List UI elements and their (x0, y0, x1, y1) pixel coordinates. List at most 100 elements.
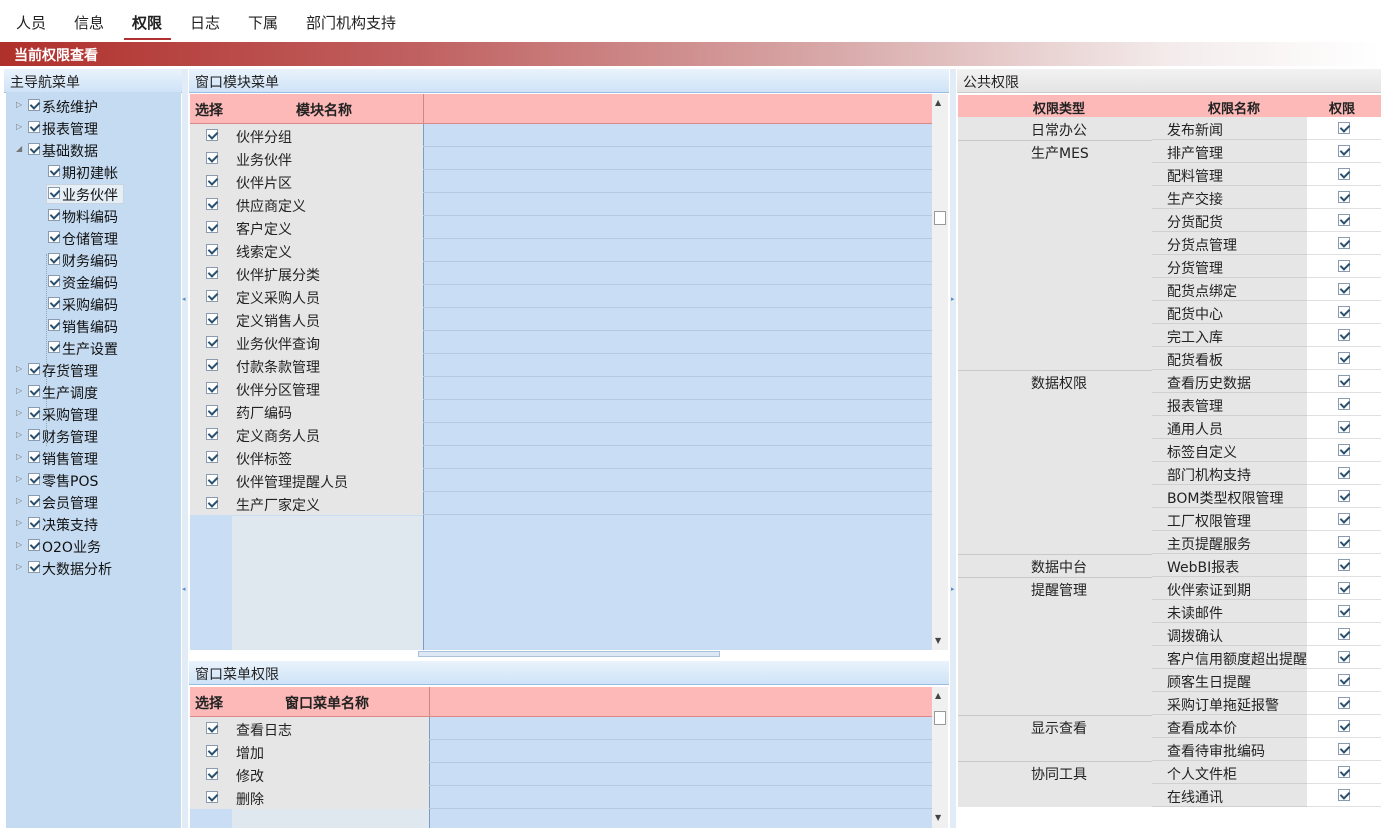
permission-checkbox[interactable] (1338, 237, 1350, 249)
row-select-checkbox[interactable] (206, 313, 218, 325)
table-row[interactable]: 查看待审批编码 (958, 738, 1381, 761)
table-row[interactable]: 定义商务人员 (190, 423, 932, 446)
tab-department-support[interactable]: 部门机构支持 (306, 12, 396, 33)
tree-checkbox[interactable] (48, 253, 60, 265)
row-select-checkbox[interactable] (206, 336, 218, 348)
tree-checkbox[interactable] (48, 231, 60, 243)
permission-checkbox[interactable] (1338, 743, 1350, 755)
permission-checkbox[interactable] (1338, 444, 1350, 456)
collapse-left-icon[interactable]: ◂ (182, 585, 186, 593)
row-select-checkbox[interactable] (206, 745, 218, 757)
tree-item[interactable]: ▷ 零售POS (6, 470, 176, 490)
tree-checkbox[interactable] (28, 407, 40, 419)
row-select-checkbox[interactable] (206, 722, 218, 734)
tab-log[interactable]: 日志 (190, 12, 220, 33)
table-row[interactable]: 定义采购人员 (190, 285, 932, 308)
table-row[interactable]: 工厂权限管理 (958, 508, 1381, 531)
table-row[interactable]: 增加 (190, 740, 932, 763)
permission-checkbox[interactable] (1338, 375, 1350, 387)
tree-checkbox[interactable] (28, 99, 40, 111)
expand-arrow-icon[interactable]: ▷ (16, 562, 24, 572)
permission-checkbox[interactable] (1338, 697, 1350, 709)
collapse-arrow-icon[interactable]: ◢ (16, 144, 24, 154)
table-row[interactable]: 数据权限 查看历史数据 (958, 370, 1381, 393)
collapse-right-icon[interactable]: ▸ (951, 585, 955, 593)
grid-resize-handle[interactable] (418, 651, 720, 657)
tree-item[interactable]: ▷ 会员管理 (6, 492, 176, 512)
permission-checkbox[interactable] (1338, 513, 1350, 525)
table-row[interactable]: 配货中心 (958, 301, 1381, 324)
table-row[interactable]: 药厂编码 (190, 400, 932, 423)
permission-checkbox[interactable] (1338, 214, 1350, 226)
permission-checkbox[interactable] (1338, 789, 1350, 801)
expand-arrow-icon[interactable]: ▷ (16, 100, 24, 110)
left-splitter[interactable]: ◂ ◂ (182, 69, 188, 828)
table-row[interactable]: 客户信用额度超出提醒 (958, 646, 1381, 669)
table-row[interactable]: BOM类型权限管理 (958, 485, 1381, 508)
tree-checkbox[interactable] (28, 429, 40, 441)
table-row[interactable]: 顾客生日提醒 (958, 669, 1381, 692)
tree-item[interactable]: ▷ 大数据分析 (6, 558, 176, 578)
row-select-checkbox[interactable] (206, 359, 218, 371)
table-row[interactable]: 完工入库 (958, 324, 1381, 347)
table-row[interactable]: 协同工具 个人文件柜 (958, 761, 1381, 784)
row-select-checkbox[interactable] (206, 497, 218, 509)
table-row[interactable]: 提醒管理 伙伴索证到期 (958, 577, 1381, 600)
tree-checkbox[interactable] (28, 495, 40, 507)
collapse-left-icon[interactable]: ◂ (182, 295, 186, 303)
table-row[interactable]: 业务伙伴查询 (190, 331, 932, 354)
permission-checkbox[interactable] (1338, 329, 1350, 341)
tree-item[interactable]: ▷ 销售管理 (6, 448, 176, 468)
tree-item[interactable]: ▷ 报表管理 (6, 118, 176, 138)
tree-item[interactable]: 资金编码 (6, 272, 176, 292)
row-select-checkbox[interactable] (206, 129, 218, 141)
tree-checkbox[interactable] (48, 165, 60, 177)
table-row[interactable]: 调拨确认 (958, 623, 1381, 646)
tree-checkbox[interactable] (48, 275, 60, 287)
row-select-checkbox[interactable] (206, 244, 218, 256)
permission-checkbox[interactable] (1338, 283, 1350, 295)
row-select-checkbox[interactable] (206, 152, 218, 164)
table-row[interactable]: 标签自定义 (958, 439, 1381, 462)
permission-checkbox[interactable] (1338, 191, 1350, 203)
permission-checkbox[interactable] (1338, 260, 1350, 272)
tree-item[interactable]: 销售编码 (6, 316, 176, 336)
table-row[interactable]: 配货看板 (958, 347, 1381, 370)
tree-item[interactable]: ▷ 系统维护 (6, 96, 176, 116)
table-row[interactable]: 伙伴扩展分类 (190, 262, 932, 285)
tree-item[interactable]: 物料编码 (6, 206, 176, 226)
permission-checkbox[interactable] (1338, 628, 1350, 640)
row-select-checkbox[interactable] (206, 474, 218, 486)
collapse-right-icon[interactable]: ▸ (951, 295, 955, 303)
tree-checkbox[interactable] (28, 517, 40, 529)
row-select-checkbox[interactable] (206, 768, 218, 780)
expand-arrow-icon[interactable]: ▷ (16, 122, 24, 132)
expand-arrow-icon[interactable]: ▷ (16, 386, 24, 396)
tree-item[interactable]: ▷ 财务管理 (6, 426, 176, 446)
tab-info[interactable]: 信息 (74, 12, 104, 33)
table-row[interactable]: 未读邮件 (958, 600, 1381, 623)
row-select-checkbox[interactable] (206, 267, 218, 279)
tree-checkbox[interactable] (28, 451, 40, 463)
table-row[interactable]: 生产厂家定义 (190, 492, 932, 515)
permission-checkbox[interactable] (1338, 421, 1350, 433)
permission-checkbox[interactable] (1338, 766, 1350, 778)
tree-checkbox[interactable] (28, 385, 40, 397)
expand-arrow-icon[interactable]: ▷ (16, 496, 24, 506)
table-row[interactable]: 客户定义 (190, 216, 932, 239)
tab-subordinates[interactable]: 下属 (248, 12, 278, 33)
table-row[interactable]: 线索定义 (190, 239, 932, 262)
expand-arrow-icon[interactable]: ▷ (16, 408, 24, 418)
permission-checkbox[interactable] (1338, 559, 1350, 571)
tree-checkbox[interactable] (48, 319, 60, 331)
table-row[interactable]: 定义销售人员 (190, 308, 932, 331)
table-row[interactable]: 部门机构支持 (958, 462, 1381, 485)
table-row[interactable]: 伙伴分区管理 (190, 377, 932, 400)
tree-checkbox[interactable] (28, 539, 40, 551)
table-row[interactable]: 付款条款管理 (190, 354, 932, 377)
table-row[interactable]: 主页提醒服务 (958, 531, 1381, 554)
table-row[interactable]: 修改 (190, 763, 932, 786)
module-grid-scrollbar[interactable]: ▲ ▼ (932, 94, 948, 650)
table-row[interactable]: 供应商定义 (190, 193, 932, 216)
expand-arrow-icon[interactable]: ▷ (16, 518, 24, 528)
